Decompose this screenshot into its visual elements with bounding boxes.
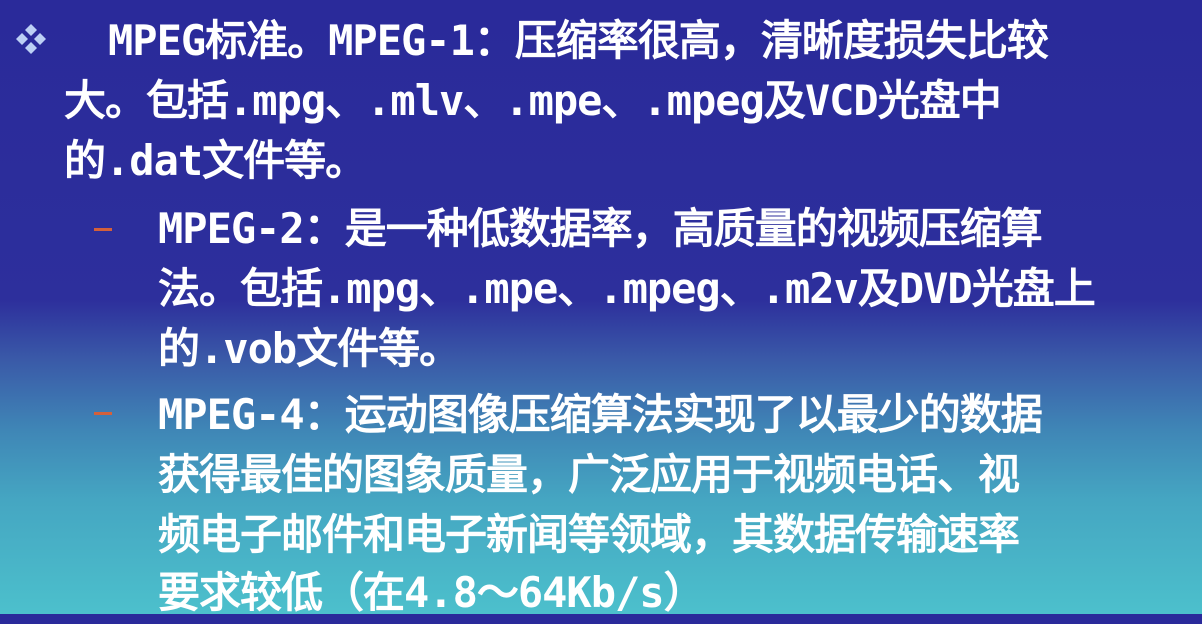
sub-point-1-line-1: MPEG-2：是一种低数据率，高质量的视频压缩算 xyxy=(158,204,1043,253)
main-point-line-3: 的.dat文件等。 xyxy=(64,136,367,185)
four-diamond-bullet-icon xyxy=(16,24,46,54)
sub-point-2-line-3: 频电子邮件和电子新闻等领域，其数据传输速率 xyxy=(158,510,1020,559)
sub-point-2-line-4: 要求较低（在4.8～64Kb/s） xyxy=(158,568,706,617)
main-point-line-2: 大。包括.mpg、.mlv、.mpe、.mpeg及VCD光盘中 xyxy=(64,76,1002,125)
sub-point-1-line-3: 的.vob文件等。 xyxy=(158,324,461,373)
sub-point-1-line-2: 法。包括.mpg、.mpe、.mpeg、.m2v及DVD光盘上 xyxy=(158,264,1096,313)
dash-bullet-icon xyxy=(94,412,112,415)
sub-point-2-line-1: MPEG-4：运动图像压缩算法实现了以最少的数据 xyxy=(158,390,1043,439)
main-point-line-1: MPEG标准。MPEG-1：压缩率很高，清晰度损失比较 xyxy=(108,16,1049,65)
slide: MPEG标准。MPEG-1：压缩率很高，清晰度损失比较 大。包括.mpg、.ml… xyxy=(0,0,1202,617)
sub-point-2-line-2: 获得最佳的图象质量，广泛应用于视频电话、视 xyxy=(158,450,1020,499)
dash-bullet-icon xyxy=(94,228,112,231)
